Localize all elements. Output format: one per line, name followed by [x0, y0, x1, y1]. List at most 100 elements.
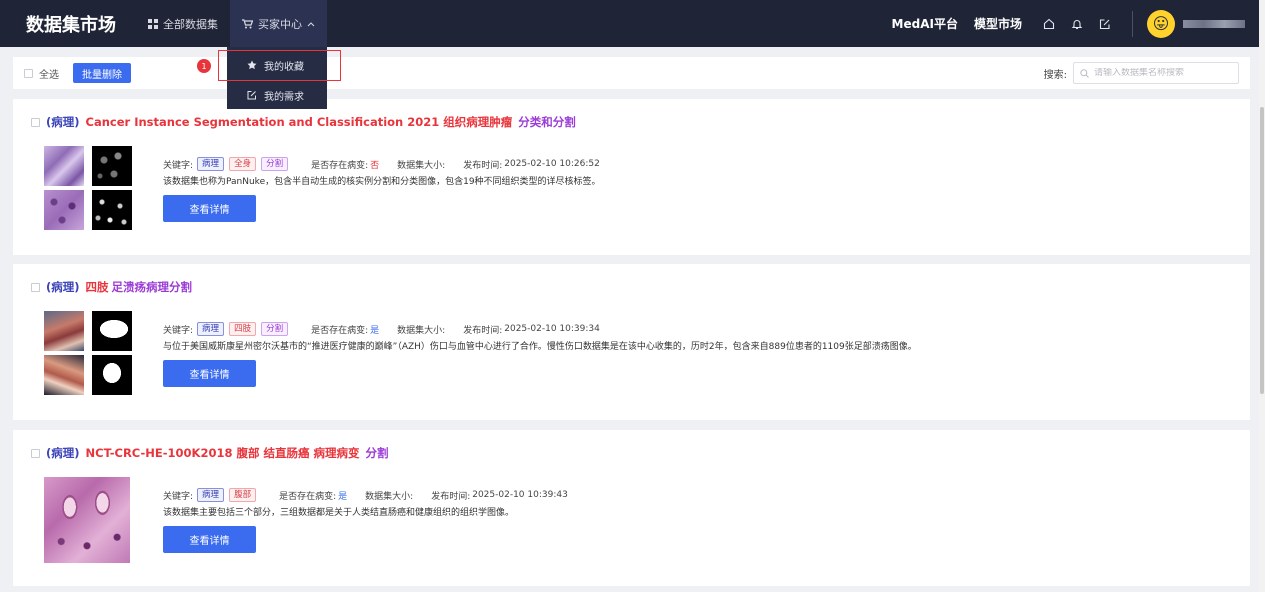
card-description: 与位于美国威斯康星州密尔沃基市的“推进医疗健康的巅峰”（AZH）伤口与血管中心进…: [163, 342, 917, 352]
thumbnail-image: [44, 190, 84, 230]
lesion-value: 是: [338, 491, 348, 502]
keywords-label: 关键字:: [163, 325, 194, 336]
card-checkbox[interactable]: [31, 448, 40, 458]
card-cats: 分类和分割: [518, 115, 576, 129]
published-label: 发布时间:: [463, 325, 503, 336]
card-checkbox[interactable]: [31, 117, 40, 127]
bulk-delete-button[interactable]: 批量删除: [73, 63, 131, 83]
menu-item-needs[interactable]: 我的需求: [227, 80, 327, 110]
card-info: 关键字: 病理 四肢 分割 是否存在病变: 是 数据集大小: 发布时间: 202…: [163, 321, 917, 387]
edit-icon: [1099, 18, 1110, 29]
card-title: (病理) Cancer Instance Segmentation and Cl…: [31, 114, 576, 130]
card-checkbox[interactable]: [31, 282, 40, 292]
thumbnail-mask: [92, 355, 132, 395]
scrollbar-thumb[interactable]: [1260, 107, 1264, 394]
card-info: 关键字: 病理 全身 分割 是否存在病变: 否 数据集大小: 发布时间: 202…: [163, 156, 601, 222]
card-thumbnails: [44, 311, 132, 397]
thumbnail-image: [44, 311, 84, 351]
edit-note-icon: [247, 91, 256, 100]
published-value: 2025-02-10 10:39:34: [504, 324, 600, 334]
card-info: 关键字: 病理 腹部 是否存在病变: 是 数据集大小: 发布时间: 2025-0…: [163, 487, 568, 553]
size-label: 数据集大小:: [397, 160, 446, 171]
select-all-label: 全选: [39, 69, 59, 81]
card-meta: 关键字: 病理 四肢 分割 是否存在病变: 是 数据集大小: 发布时间: 202…: [163, 321, 917, 337]
keyword-tag: 病理: [197, 322, 225, 336]
published-label: 发布时间:: [463, 160, 503, 171]
search-icon: [1080, 68, 1089, 78]
top-navbar: 数据集市场 全部数据集 买家中心 MedAI平台 模型市场 😛: [0, 0, 1259, 47]
card-name[interactable]: 四肢: [86, 279, 109, 295]
edit-button[interactable]: [1094, 13, 1116, 35]
keywords-label: 关键字:: [163, 491, 194, 502]
site-logo[interactable]: 数据集市场: [26, 11, 136, 37]
view-details-button[interactable]: 查看详情: [163, 526, 256, 553]
card-title: (病理) 四肢 足溃疡病理分割: [31, 279, 192, 295]
user-avatar[interactable]: 😛: [1147, 9, 1175, 38]
username-blurred[interactable]: [1183, 19, 1245, 28]
dataset-card: (病理) 四肢 足溃疡病理分割 关键字: 病理 四肢 分割 是否存在病变: 是 …: [13, 264, 1250, 420]
thumbnail-image: [44, 146, 84, 186]
chevron-up-icon: [307, 21, 315, 26]
medai-link[interactable]: MedAI平台: [892, 15, 958, 32]
view-details-button[interactable]: 查看详情: [163, 360, 256, 387]
card-category-tag: (病理): [46, 280, 80, 294]
card-meta: 关键字: 病理 腹部 是否存在病变: 是 数据集大小: 发布时间: 2025-0…: [163, 487, 568, 503]
card-thumbnails: [44, 146, 132, 232]
cart-icon: [242, 18, 253, 28]
select-all[interactable]: 全选: [24, 66, 59, 81]
dataset-card: (病理) Cancer Instance Segmentation and Cl…: [13, 99, 1250, 255]
keyword-tag: 病理: [197, 157, 225, 171]
card-category-tag: (病理): [46, 115, 80, 129]
thumbnail-mask: [92, 311, 132, 351]
keyword-tag: 分割: [261, 157, 289, 171]
card-description: 该数据集也称为PanNuke，包含半自动生成的核实例分割和分类图像，包含19种不…: [163, 177, 601, 187]
select-all-checkbox[interactable]: [24, 68, 33, 78]
lesion-value: 是: [370, 325, 380, 336]
lesion-label: 是否存在病变:: [279, 491, 337, 502]
dataset-card: (病理) NCT-CRC-HE-100K2018 腹部 结直肠癌 病理病变 分割…: [13, 430, 1250, 586]
card-category-tag: (病理): [46, 446, 80, 460]
card-description: 该数据集主要包括三个部分，三组数据都是关于人类结直肠癌和健康组织的组织学图像。: [163, 508, 515, 518]
highlight-annotation: [218, 50, 341, 81]
card-cats: 足溃疡病理分割: [111, 280, 193, 294]
card-title: (病理) NCT-CRC-HE-100K2018 腹部 结直肠癌 病理病变 分割: [31, 445, 388, 461]
lesion-label: 是否存在病变:: [311, 160, 369, 171]
search-box[interactable]: [1073, 62, 1239, 84]
thumbnail-mask: [92, 146, 132, 186]
keyword-tag: 四肢: [229, 322, 257, 336]
notification-button[interactable]: [1066, 13, 1088, 35]
keyword-tag: 全身: [229, 157, 257, 171]
lesion-label: 是否存在病变:: [311, 325, 369, 336]
grid-icon: [148, 18, 158, 29]
search-label: 搜索:: [1043, 69, 1067, 81]
nav-buyer-center-label: 买家中心: [258, 17, 302, 31]
right-nav: MedAI平台 模型市场 😛: [892, 0, 1259, 47]
card-name[interactable]: NCT-CRC-HE-100K2018 腹部 结直肠癌 病理病变: [86, 445, 360, 461]
view-details-button[interactable]: 查看详情: [163, 195, 256, 222]
thumbnail-mask: [92, 190, 132, 230]
thumbnail-image: [44, 355, 84, 395]
keyword-tag: 腹部: [229, 488, 257, 502]
size-label: 数据集大小:: [397, 325, 446, 336]
model-market-link[interactable]: 模型市场: [974, 15, 1022, 32]
published-label: 发布时间:: [431, 491, 471, 502]
search-input[interactable]: [1094, 68, 1229, 78]
home-icon: [1043, 18, 1055, 29]
size-label: 数据集大小:: [365, 491, 414, 502]
nav-divider: [1132, 10, 1133, 37]
nav-buyer-center[interactable]: 买家中心: [230, 0, 327, 47]
nav-all-datasets[interactable]: 全部数据集: [136, 0, 230, 47]
card-name[interactable]: Cancer Instance Segmentation and Classif…: [86, 114, 513, 130]
card-thumbnails: [44, 477, 132, 563]
published-value: 2025-02-10 10:39:43: [472, 490, 568, 500]
published-value: 2025-02-10 10:26:52: [504, 159, 600, 169]
thumbnail-image: [44, 477, 130, 563]
annotation-badge: 1: [197, 59, 211, 73]
home-button[interactable]: [1038, 13, 1060, 35]
menu-item-needs-label: 我的需求: [264, 91, 304, 103]
lesion-value: 否: [370, 160, 380, 171]
card-meta: 关键字: 病理 全身 分割 是否存在病变: 否 数据集大小: 发布时间: 202…: [163, 156, 601, 172]
bell-icon: [1071, 19, 1083, 29]
nav-all-datasets-label: 全部数据集: [163, 17, 218, 31]
card-cats: 分割: [365, 446, 389, 460]
